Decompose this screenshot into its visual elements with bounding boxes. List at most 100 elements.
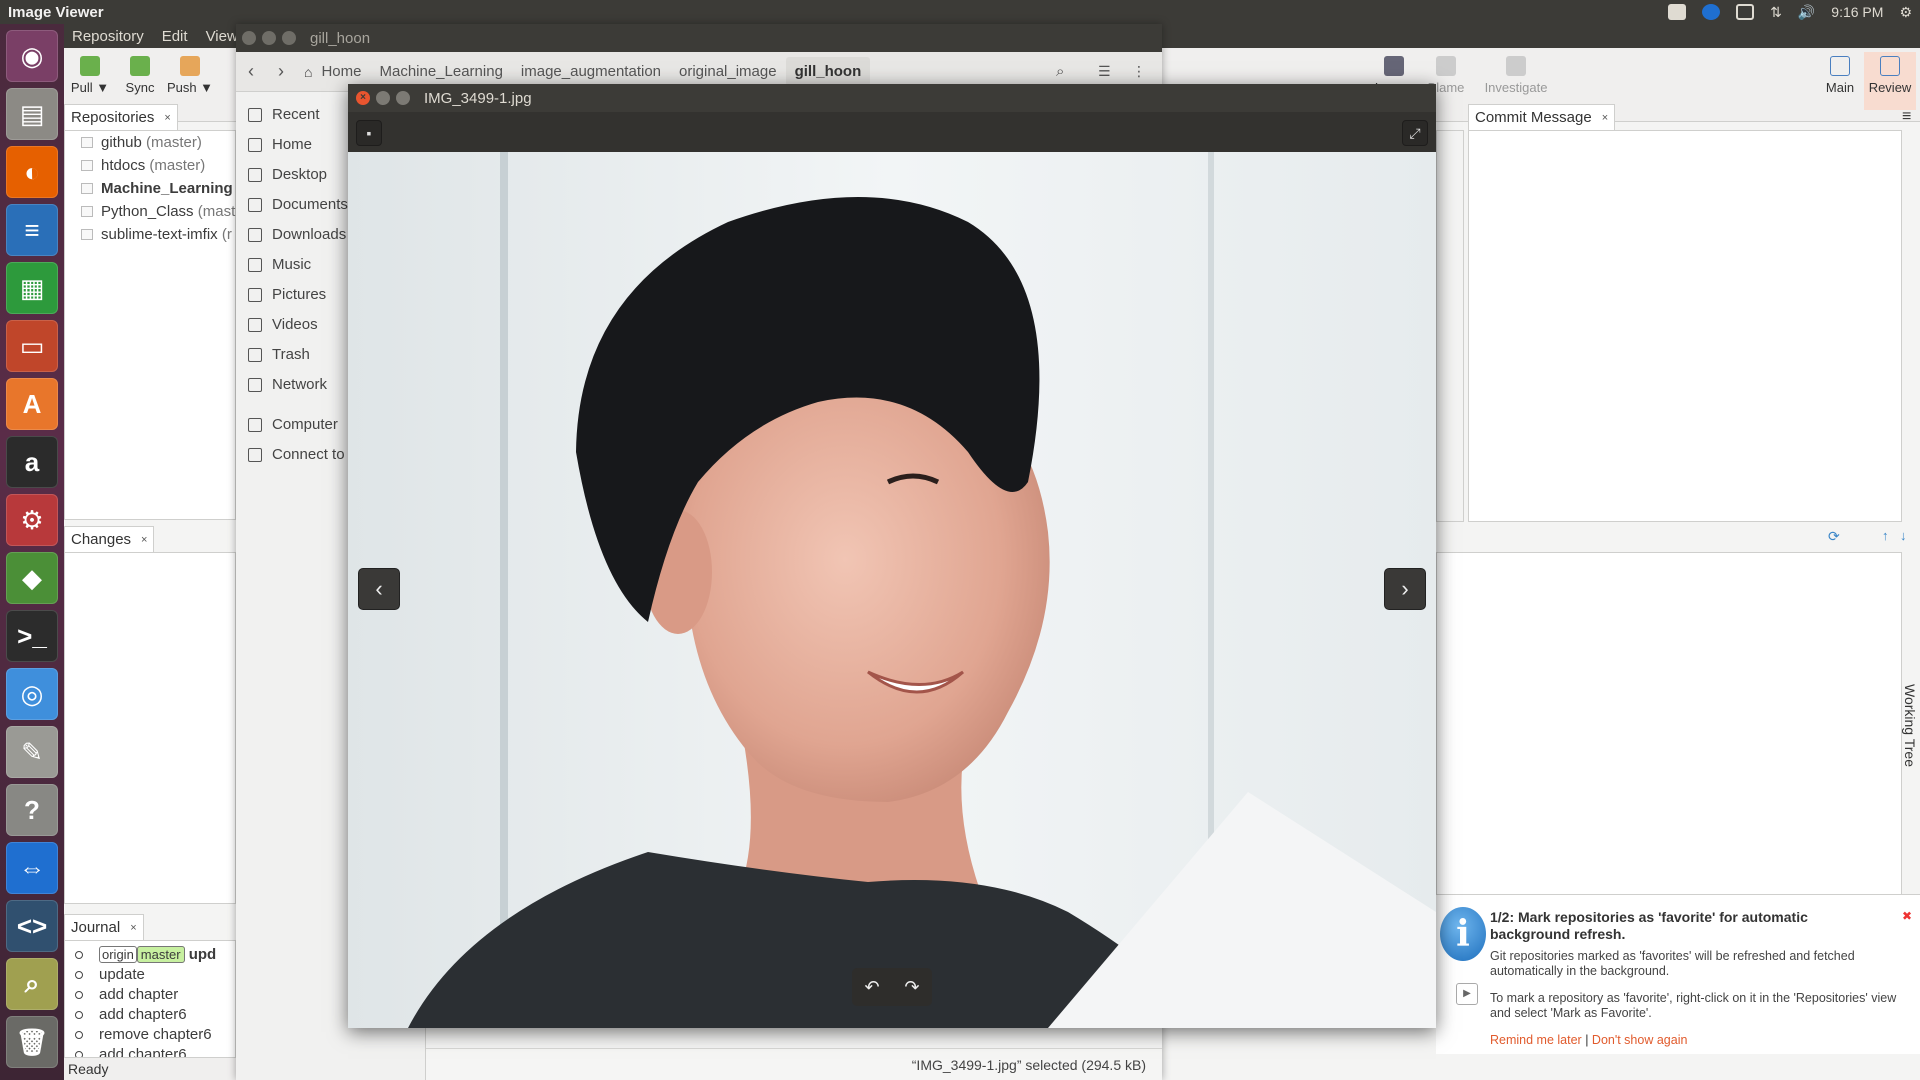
rotate-left-button[interactable]: ↶ bbox=[864, 977, 879, 998]
recent-icon bbox=[248, 108, 262, 122]
push-button[interactable]: Push ▼ bbox=[164, 56, 216, 95]
arrow-down-icon[interactable]: ↓ bbox=[1900, 528, 1907, 543]
menu-edit[interactable]: Edit bbox=[162, 28, 188, 45]
terminal-icon[interactable]: >_ bbox=[6, 610, 58, 662]
review-perspective-button[interactable]: Review bbox=[1864, 52, 1916, 110]
repository-icon bbox=[81, 137, 93, 148]
amazon-icon[interactable]: a bbox=[6, 436, 58, 488]
keyboard-indicator-icon[interactable] bbox=[1668, 4, 1687, 20]
image-viewer-icon[interactable]: ⌕ bbox=[6, 958, 58, 1010]
close-icon[interactable]: × bbox=[1602, 112, 1608, 124]
tab-repositories[interactable]: Repositories × bbox=[64, 104, 178, 130]
close-icon[interactable]: ✖ bbox=[1902, 909, 1912, 923]
repository-item[interactable]: htdocs (master) bbox=[65, 154, 235, 177]
minimize-window-button[interactable] bbox=[262, 31, 276, 45]
fullscreen-button[interactable]: ⤢ bbox=[1402, 120, 1428, 146]
settings-icon[interactable]: ⚙ bbox=[6, 494, 58, 546]
breadcrumb-gill-hoon[interactable]: gill_hoon bbox=[785, 57, 871, 86]
menu-grid-icon[interactable]: ⋮ bbox=[1132, 63, 1146, 80]
help-icon[interactable]: ? bbox=[6, 784, 58, 836]
repository-item[interactable]: Machine_Learning ( bbox=[65, 177, 242, 200]
panel-menu-icon[interactable]: ≡ bbox=[1902, 108, 1911, 126]
chrome-icon[interactable]: ◎ bbox=[6, 668, 58, 720]
code-editor-icon[interactable]: <> bbox=[6, 900, 58, 952]
journal-head-row[interactable]: origin master upd bbox=[65, 945, 235, 965]
forward-arrow-icon[interactable]: › bbox=[266, 61, 296, 82]
calc-icon[interactable]: ▦ bbox=[6, 262, 58, 314]
close-window-button[interactable]: × bbox=[356, 91, 370, 105]
close-icon[interactable]: × bbox=[141, 534, 147, 546]
remind-later-link[interactable]: Remind me later bbox=[1490, 1033, 1582, 1047]
notification-title: 1/2: Mark repositories as 'favorite' for… bbox=[1490, 909, 1808, 942]
minimize-window-button[interactable] bbox=[376, 91, 390, 105]
journal-row[interactable]: add chapter6 bbox=[65, 1005, 235, 1025]
firefox-icon[interactable]: ◐ bbox=[6, 146, 58, 198]
home-icon[interactable]: ⌂ bbox=[304, 64, 312, 80]
session-gear-icon[interactable]: ⚙ bbox=[1899, 4, 1912, 21]
next-image-button[interactable]: › bbox=[1384, 568, 1426, 610]
repository-item[interactable]: Python_Class (maste bbox=[65, 200, 244, 223]
tab-journal[interactable]: Journal × bbox=[64, 914, 144, 940]
dont-show-again-link[interactable]: Don't show again bbox=[1592, 1033, 1688, 1047]
videos-icon bbox=[248, 318, 262, 332]
rotate-right-button[interactable]: ↷ bbox=[904, 977, 919, 998]
maximize-window-button[interactable] bbox=[396, 91, 410, 105]
documents-icon bbox=[248, 198, 262, 212]
files-icon[interactable]: ▤ bbox=[6, 88, 58, 140]
breadcrumb-original-image[interactable]: original_image bbox=[670, 57, 786, 86]
teamviewer-icon[interactable]: ⇔ bbox=[6, 842, 58, 894]
notification-panel: i 1/2: Mark repositories as 'favorite' f… bbox=[1436, 894, 1920, 1054]
gallery-toggle-button[interactable]: ▪ bbox=[356, 120, 382, 146]
breadcrumb-image-augmentation[interactable]: image_augmentation bbox=[512, 57, 670, 86]
trash-icon[interactable]: 🗑 bbox=[6, 1016, 58, 1068]
network-icon[interactable]: ⇅ bbox=[1770, 4, 1782, 21]
journal-row[interactable]: add chapter6 bbox=[65, 1045, 235, 1057]
commit-message: update bbox=[99, 966, 145, 983]
menu-repository[interactable]: Repository bbox=[72, 28, 144, 45]
journal-row[interactable]: add chapter bbox=[65, 985, 235, 1005]
sync-button[interactable]: Sync bbox=[114, 56, 166, 95]
maximize-window-button[interactable] bbox=[282, 31, 296, 45]
refresh-icon[interactable]: ⟳ bbox=[1828, 528, 1840, 545]
text-editor-icon[interactable]: ✎ bbox=[6, 726, 58, 778]
clock[interactable]: 9:16 PM bbox=[1831, 4, 1883, 20]
breadcrumb-machine-learning[interactable]: Machine_Learning bbox=[370, 57, 511, 86]
volume-icon[interactable]: 🔊 bbox=[1798, 4, 1815, 21]
writer-icon[interactable]: ≡ bbox=[6, 204, 58, 256]
tab-changes[interactable]: Changes × bbox=[64, 526, 155, 552]
repository-item[interactable]: sublime-text-imfix (r bbox=[65, 223, 235, 246]
working-tree-label[interactable]: Working Tree bbox=[1898, 684, 1918, 824]
back-arrow-icon[interactable]: ‹ bbox=[236, 61, 266, 82]
close-icon[interactable]: × bbox=[164, 112, 170, 124]
left-gutter bbox=[1436, 130, 1464, 522]
search-icon[interactable]: ⌕ bbox=[1056, 63, 1064, 80]
sidebar-item-label: Documents bbox=[272, 196, 348, 213]
impress-icon[interactable]: ▭ bbox=[6, 320, 58, 372]
smartgit-icon[interactable]: ◆ bbox=[6, 552, 58, 604]
battery-icon[interactable] bbox=[1736, 4, 1755, 20]
main-perspective-button[interactable]: Main bbox=[1814, 56, 1866, 95]
menu-view[interactable]: View bbox=[206, 28, 238, 45]
previous-image-button[interactable]: ‹ bbox=[358, 568, 400, 610]
arrow-up-icon[interactable]: ↑ bbox=[1882, 528, 1889, 543]
repository-icon bbox=[81, 206, 93, 217]
repository-item[interactable]: github (master) bbox=[65, 131, 235, 154]
breadcrumb-home[interactable]: Home bbox=[312, 57, 370, 86]
tab-commit-message[interactable]: Commit Message × bbox=[1468, 104, 1616, 130]
repository-name: sublime-text-imfix bbox=[101, 226, 218, 243]
pull-button[interactable]: Pull ▼ bbox=[64, 56, 116, 95]
close-window-button[interactable] bbox=[242, 31, 256, 45]
list-view-icon[interactable]: ☰ bbox=[1098, 63, 1111, 80]
commit-message-panel[interactable] bbox=[1468, 130, 1902, 522]
journal-row[interactable]: update bbox=[65, 965, 235, 985]
next-notification-icon[interactable]: ▶ bbox=[1456, 983, 1478, 1005]
software-center-icon[interactable]: A bbox=[6, 378, 58, 430]
photo-display[interactable]: ‹ › ↶ ↷ bbox=[348, 152, 1436, 1028]
teamviewer-indicator-icon[interactable] bbox=[1702, 4, 1721, 20]
investigate-button[interactable]: Investigate bbox=[1476, 56, 1556, 95]
sidebar-item-label: Pictures bbox=[272, 286, 327, 303]
journal-row[interactable]: remove chapter6 bbox=[65, 1025, 235, 1045]
ubuntu-dash-icon[interactable]: ◉ bbox=[6, 30, 58, 82]
links-separator: | bbox=[1585, 1033, 1589, 1047]
close-icon[interactable]: × bbox=[130, 922, 136, 934]
